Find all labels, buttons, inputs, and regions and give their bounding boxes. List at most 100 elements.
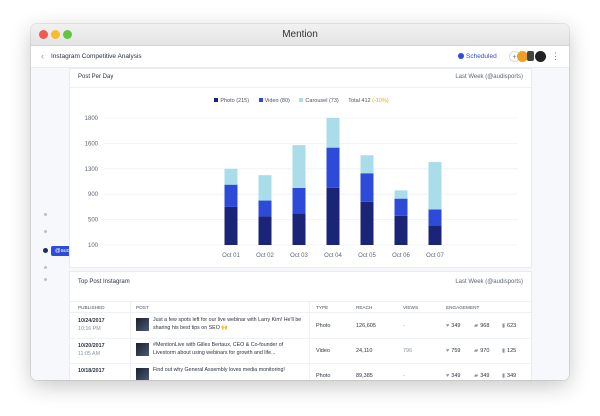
- published-time: 10:16 PM: [78, 326, 101, 332]
- engagement-saves: ▮ 125: [502, 348, 516, 354]
- engagement-comments: ▰ 968: [474, 323, 489, 329]
- bar-segment[interactable]: [428, 225, 442, 245]
- scheduled-status-button[interactable]: Scheduled: [458, 53, 497, 60]
- column-header-views[interactable]: VIEWS: [403, 305, 418, 310]
- app-window: Mention ‹ Instagram Competitive Analysis…: [31, 24, 569, 380]
- bar-segment[interactable]: [360, 155, 374, 174]
- engagement-saves: ▮ 623: [502, 323, 516, 329]
- bar-segment[interactable]: [326, 187, 340, 245]
- post-text[interactable]: Find out why General Assembly loves medi…: [153, 367, 303, 375]
- column-header-type[interactable]: TYPE: [316, 305, 328, 310]
- x-tick-label: Oct 04: [324, 253, 342, 259]
- y-tick-label: 500: [88, 218, 99, 224]
- views-value: -: [403, 323, 405, 329]
- engagement-likes: ♥ 349: [446, 373, 460, 379]
- saves-count: 623: [507, 323, 517, 329]
- bar-segment[interactable]: [360, 201, 374, 245]
- y-tick-label: 1600: [85, 141, 99, 147]
- legend-label: Video (80): [264, 98, 290, 104]
- legend-label: Carousel (73): [305, 98, 339, 104]
- nav-dot[interactable]: [44, 266, 47, 269]
- nav-dot[interactable]: [44, 213, 47, 216]
- y-tick-label: 1300: [85, 167, 99, 173]
- bar-segment[interactable]: [224, 184, 238, 207]
- bar-segment[interactable]: [428, 162, 442, 210]
- left-navigation: @audisports: [31, 68, 90, 380]
- legend-item-carousel[interactable]: Carousel (73): [299, 98, 339, 104]
- column-header-post[interactable]: POST: [136, 305, 149, 310]
- likes-count: 349: [451, 373, 461, 379]
- views-value: -: [403, 373, 405, 379]
- reach-value: 89,385: [356, 373, 373, 379]
- date-range-selector[interactable]: Last Week (@audisports): [455, 279, 523, 285]
- reach-value: 24,110: [356, 348, 373, 354]
- post-thumbnail[interactable]: [136, 368, 149, 380]
- bar-segment[interactable]: [360, 173, 374, 202]
- scheduled-label: Scheduled: [466, 53, 497, 60]
- bar-segment[interactable]: [394, 190, 408, 199]
- nav-dot[interactable]: [44, 278, 47, 281]
- table-row[interactable]: 10/24/2017 10:16 PM Just a few spots left …: [70, 314, 533, 339]
- saves-count: 349: [507, 373, 517, 379]
- engagement-likes: ♥ 759: [446, 348, 460, 354]
- bar-segment[interactable]: [292, 187, 306, 214]
- comment-icon: ▰: [474, 373, 479, 379]
- legend-item-video[interactable]: Video (80): [258, 98, 290, 104]
- bar-chart: 100 500 900 1300 1600 1800 Oct 01 Oct 02 Oct 03 O…: [85, 116, 518, 259]
- total-label: Total 412: [348, 98, 371, 104]
- post-text[interactable]: #MentionLive with Gilles Bertaux, CEO & …: [153, 342, 303, 357]
- column-header-published[interactable]: PUBLISHED: [78, 305, 105, 310]
- x-tick-label: Oct 06: [392, 253, 410, 259]
- post-text[interactable]: Just a few spots left for our live webin…: [153, 317, 303, 332]
- legend-label: Photo (215): [220, 98, 250, 104]
- table-row[interactable]: 10/20/2017 11:05 AM #MentionLive with Gill…: [70, 339, 533, 364]
- heart-icon: ♥: [446, 373, 450, 379]
- engagement-comments: ▰ 349: [474, 373, 489, 379]
- comments-count: 970: [480, 348, 490, 354]
- bar-segment[interactable]: [326, 147, 340, 188]
- engagement-comments: ▰ 970: [474, 348, 489, 354]
- engagement-likes: ♥ 349: [446, 323, 460, 329]
- divider: [70, 87, 533, 88]
- bar-segment[interactable]: [258, 216, 272, 245]
- bar-segment[interactable]: [224, 206, 238, 245]
- nav-dot-active[interactable]: [43, 248, 48, 253]
- published-time: 11:05 AM: [78, 351, 100, 357]
- bar-segment[interactable]: [258, 175, 272, 201]
- post-thumbnail[interactable]: [136, 318, 149, 331]
- bar-segment[interactable]: [292, 213, 306, 245]
- bar-segment[interactable]: [428, 209, 442, 226]
- published-date: 10/18/2017: [78, 368, 105, 374]
- more-vertical-icon[interactable]: ⋮: [550, 51, 561, 62]
- bar-segment[interactable]: [292, 145, 306, 188]
- bar-segment[interactable]: [394, 215, 408, 245]
- x-tick-label: Oct 01: [222, 253, 240, 259]
- avatar[interactable]: [535, 51, 546, 62]
- post-thumbnail[interactable]: [136, 343, 149, 356]
- legend-swatch: [299, 98, 304, 102]
- date-range-selector[interactable]: Last Week (@audisports): [455, 74, 523, 80]
- bar-segment[interactable]: [394, 198, 408, 216]
- bar-segment[interactable]: [258, 200, 272, 217]
- avatar[interactable]: [527, 51, 534, 61]
- card-title: Top Post Instagram: [78, 279, 130, 285]
- chevron-left-icon[interactable]: ‹: [41, 51, 44, 61]
- column-header-reach[interactable]: REACH: [356, 305, 372, 310]
- comment-icon: ▰: [474, 348, 479, 354]
- heart-icon: ♥: [446, 348, 450, 354]
- likes-count: 759: [451, 348, 461, 354]
- views-value: 796: [403, 348, 413, 354]
- legend-item-photo[interactable]: Photo (215): [214, 98, 249, 104]
- likes-count: 349: [451, 323, 461, 329]
- bar-segment[interactable]: [326, 118, 340, 148]
- published-date: 10/24/2017: [78, 318, 105, 324]
- bar-segment[interactable]: [224, 168, 238, 185]
- y-tick-label: 100: [88, 243, 99, 249]
- comment-icon: ▰: [474, 323, 479, 329]
- chart-legend: Photo (215) Video (80) Carousel (73) Tot…: [70, 98, 533, 104]
- table-row[interactable]: 10/18/2017 Find out why General Assembly …: [70, 364, 533, 380]
- column-header-engagement[interactable]: ENGAGEMENT: [446, 305, 479, 310]
- window-title: Mention: [282, 29, 318, 40]
- total-change: (-10%): [372, 98, 389, 104]
- nav-dot[interactable]: [44, 230, 47, 233]
